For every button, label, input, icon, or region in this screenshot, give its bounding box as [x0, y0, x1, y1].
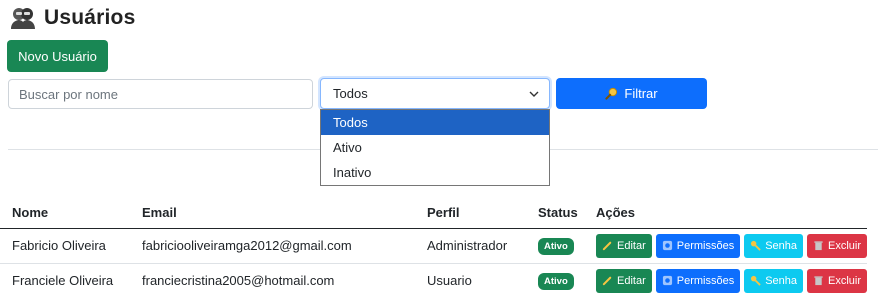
- table-row: Fabricio Oliveira fabriciooliveiramga201…: [0, 228, 868, 264]
- status-select-value: Todos: [333, 86, 368, 101]
- delete-label: Excluir: [828, 274, 862, 287]
- column-header-nome: Nome: [0, 197, 130, 229]
- chevron-down-icon: [529, 91, 539, 97]
- status-badge: Ativo: [538, 237, 574, 255]
- edit-button[interactable]: Editar: [596, 233, 652, 258]
- status-option-inativo[interactable]: Inativo: [321, 160, 549, 185]
- permissions-button[interactable]: Permissões: [655, 233, 741, 258]
- pencil-icon: [602, 241, 612, 251]
- cell-actions: Editar Permissões Senha Excluir: [584, 263, 868, 295]
- permissions-button[interactable]: Permissões: [655, 268, 741, 293]
- delete-button[interactable]: Excluir: [807, 233, 868, 258]
- password-label: Senha: [765, 274, 798, 287]
- permissions-label: Permissões: [676, 274, 735, 287]
- status-option-todos[interactable]: Todos: [321, 110, 549, 135]
- page-title: Usuários: [10, 6, 135, 30]
- users-icon: [10, 6, 36, 30]
- search-input[interactable]: [8, 79, 313, 109]
- status-badge: Ativo: [538, 272, 574, 290]
- cell-nome: Fabricio Oliveira: [0, 228, 130, 264]
- status-dropdown: Todos Ativo Inativo: [320, 109, 550, 186]
- cell-perfil: Usuario: [415, 263, 526, 295]
- search-icon: [605, 87, 618, 100]
- edit-label: Editar: [617, 239, 646, 252]
- password-button[interactable]: Senha: [744, 268, 804, 293]
- table-row: Franciele Oliveira franciecristina2005@h…: [0, 263, 868, 295]
- shield-icon: [662, 275, 672, 286]
- column-header-status: Status: [526, 197, 584, 229]
- page-title-text: Usuários: [44, 6, 136, 29]
- key-icon: [751, 240, 761, 251]
- delete-button[interactable]: Excluir: [807, 268, 868, 293]
- pencil-icon: [602, 276, 612, 286]
- trash-icon: [814, 241, 823, 251]
- cell-actions: Editar Permissões Senha Excluir: [584, 228, 868, 264]
- cell-status: Ativo: [526, 228, 584, 264]
- filter-button-label: Filtrar: [624, 86, 658, 101]
- password-button[interactable]: Senha: [744, 233, 804, 258]
- new-user-button[interactable]: Novo Usuário: [7, 40, 108, 72]
- password-label: Senha: [765, 239, 798, 252]
- cell-email: franciecristina2005@hotmail.com: [130, 263, 415, 295]
- filter-button[interactable]: Filtrar: [556, 78, 707, 109]
- edit-label: Editar: [617, 274, 646, 287]
- cell-perfil: Administrador: [415, 228, 526, 264]
- status-option-ativo[interactable]: Ativo: [321, 135, 549, 160]
- key-icon: [751, 275, 761, 286]
- column-header-acoes: Ações: [584, 197, 868, 229]
- column-header-perfil: Perfil: [415, 197, 526, 229]
- shield-icon: [662, 240, 672, 251]
- delete-label: Excluir: [828, 239, 862, 252]
- status-select[interactable]: Todos: [320, 78, 550, 109]
- column-header-email: Email: [130, 197, 415, 229]
- users-table: Nome Email Perfil Status Ações Fabricio …: [0, 197, 868, 295]
- table-header-row: Nome Email Perfil Status Ações: [0, 197, 868, 229]
- trash-icon: [814, 276, 823, 286]
- cell-email: fabriciooliveiramga2012@gmail.com: [130, 228, 415, 264]
- cell-nome: Franciele Oliveira: [0, 263, 130, 295]
- cell-status: Ativo: [526, 263, 584, 295]
- edit-button[interactable]: Editar: [596, 268, 652, 293]
- permissions-label: Permissões: [676, 239, 735, 252]
